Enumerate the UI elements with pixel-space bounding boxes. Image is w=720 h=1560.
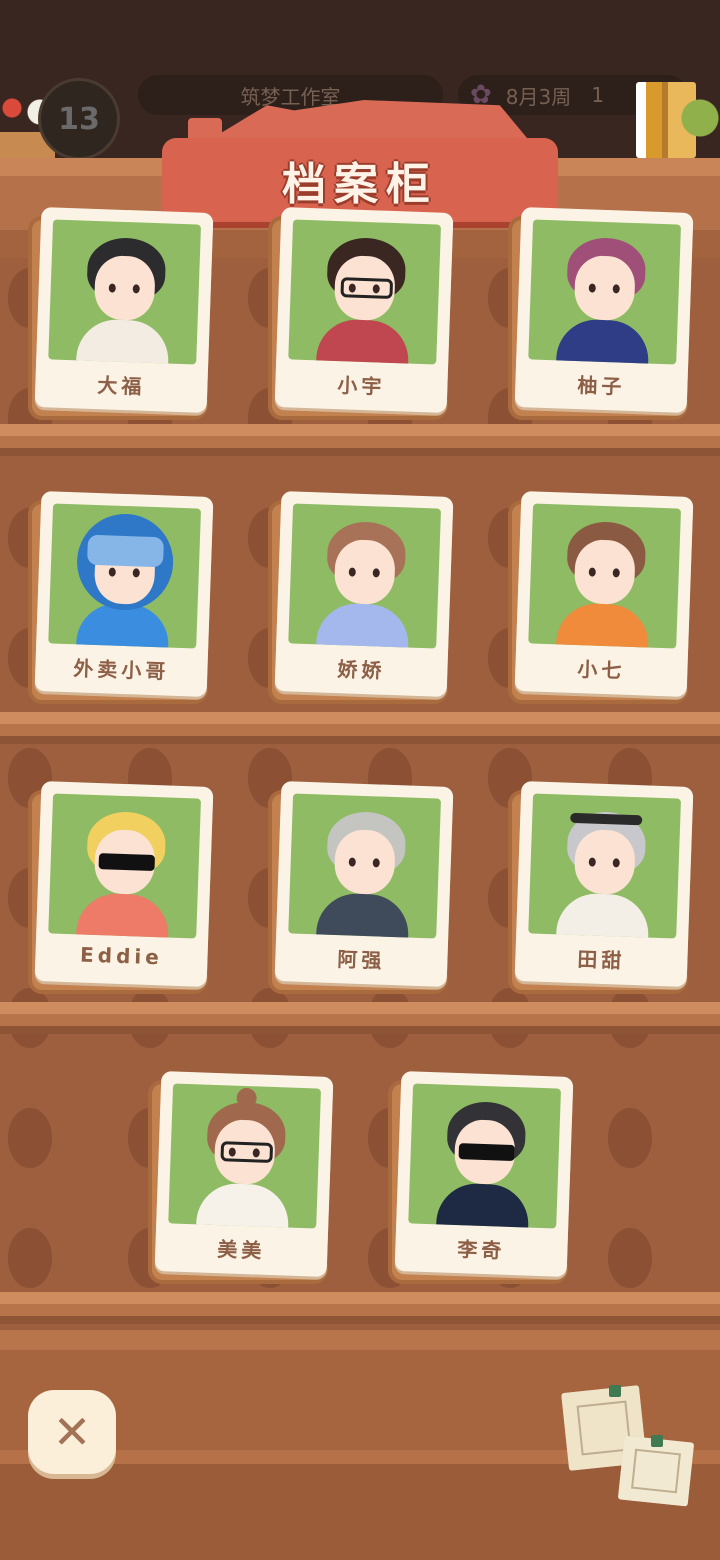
portrait-photo: 外卖小哥 bbox=[34, 491, 214, 697]
character-face bbox=[573, 538, 636, 606]
close-icon: ✕ bbox=[52, 1405, 92, 1459]
page-title: 档案柜 bbox=[282, 159, 438, 210]
character-name: Eddie bbox=[79, 942, 164, 970]
character-face bbox=[333, 538, 396, 606]
notes-icon[interactable] bbox=[561, 1385, 695, 1510]
character-portrait bbox=[288, 503, 442, 649]
character-portrait bbox=[288, 219, 442, 365]
sunglasses bbox=[458, 1143, 516, 1162]
character-card[interactable]: 李奇 bbox=[388, 1071, 576, 1284]
portrait-photo: 大福 bbox=[34, 207, 214, 413]
character-portrait bbox=[528, 793, 682, 939]
character-face bbox=[333, 828, 396, 896]
character-shirt bbox=[435, 1182, 530, 1229]
character-shirt bbox=[315, 892, 410, 939]
close-button[interactable]: ✕ bbox=[28, 1390, 116, 1474]
character-card[interactable]: Eddie bbox=[28, 781, 216, 994]
portrait-photo: 小七 bbox=[514, 491, 694, 697]
studio-name: 筑梦工作室 bbox=[240, 84, 341, 109]
glasses bbox=[340, 277, 394, 299]
character-card[interactable]: 大福 bbox=[28, 207, 216, 420]
character-shirt bbox=[555, 602, 650, 649]
shelf-1 bbox=[0, 424, 720, 456]
character-shirt bbox=[195, 1182, 290, 1229]
character-shirt bbox=[75, 892, 170, 939]
pin-icon bbox=[609, 1385, 621, 1397]
level-badge: 13 bbox=[38, 78, 120, 160]
portrait-photo: 娇娇 bbox=[274, 491, 454, 697]
character-card[interactable]: 小七 bbox=[508, 491, 696, 704]
date-text: 8月3周 bbox=[505, 84, 572, 109]
portrait-photo: 李奇 bbox=[394, 1071, 574, 1277]
character-card[interactable]: 美美 bbox=[148, 1071, 336, 1284]
glasses bbox=[220, 1141, 274, 1163]
character-portrait bbox=[168, 1083, 322, 1229]
character-shirt bbox=[315, 318, 410, 365]
character-card[interactable]: 阿强 bbox=[268, 781, 456, 994]
date-suffix: 1 bbox=[591, 83, 604, 107]
sunglasses bbox=[98, 853, 156, 872]
character-portrait bbox=[528, 219, 682, 365]
character-card[interactable]: 小宇 bbox=[268, 207, 456, 420]
portrait-photo: 阿强 bbox=[274, 781, 454, 987]
character-shirt bbox=[555, 318, 650, 365]
character-name: 小宇 bbox=[336, 373, 386, 399]
shelf-3 bbox=[0, 1002, 720, 1034]
character-portrait bbox=[48, 503, 202, 649]
character-portrait bbox=[48, 219, 202, 365]
character-portrait bbox=[48, 793, 202, 939]
character-name: 李奇 bbox=[456, 1237, 506, 1263]
character-portrait bbox=[288, 793, 442, 939]
character-face bbox=[93, 254, 156, 322]
character-name: 大福 bbox=[96, 373, 146, 399]
portrait-photo: 小宇 bbox=[274, 207, 454, 413]
character-portrait bbox=[408, 1083, 562, 1229]
character-name: 柚子 bbox=[576, 373, 626, 399]
character-name: 田甜 bbox=[576, 947, 626, 973]
character-shirt bbox=[555, 892, 650, 939]
character-name: 小七 bbox=[576, 657, 626, 683]
plant-decoration bbox=[680, 90, 720, 160]
portrait-photo: 田甜 bbox=[514, 781, 694, 987]
pin-icon bbox=[651, 1435, 663, 1447]
character-shirt bbox=[75, 318, 170, 365]
portrait-photo: 美美 bbox=[154, 1071, 334, 1277]
character-name: 美美 bbox=[216, 1237, 266, 1263]
character-card[interactable]: 田甜 bbox=[508, 781, 696, 994]
character-card[interactable]: 外卖小哥 bbox=[28, 491, 216, 704]
character-card[interactable]: 柚子 bbox=[508, 207, 696, 420]
character-shirt bbox=[315, 602, 410, 649]
portrait-photo: 柚子 bbox=[514, 207, 694, 413]
character-card[interactable]: 娇娇 bbox=[268, 491, 456, 704]
shelf-4 bbox=[0, 1292, 720, 1324]
character-name: 娇娇 bbox=[336, 657, 386, 683]
character-name: 外卖小哥 bbox=[72, 656, 170, 684]
shelf-2 bbox=[0, 712, 720, 744]
character-face bbox=[573, 828, 636, 896]
helmet-visor bbox=[87, 534, 165, 568]
character-name: 阿强 bbox=[336, 947, 386, 973]
portrait-photo: Eddie bbox=[34, 781, 214, 987]
character-portrait bbox=[528, 503, 682, 649]
character-face bbox=[573, 254, 636, 322]
